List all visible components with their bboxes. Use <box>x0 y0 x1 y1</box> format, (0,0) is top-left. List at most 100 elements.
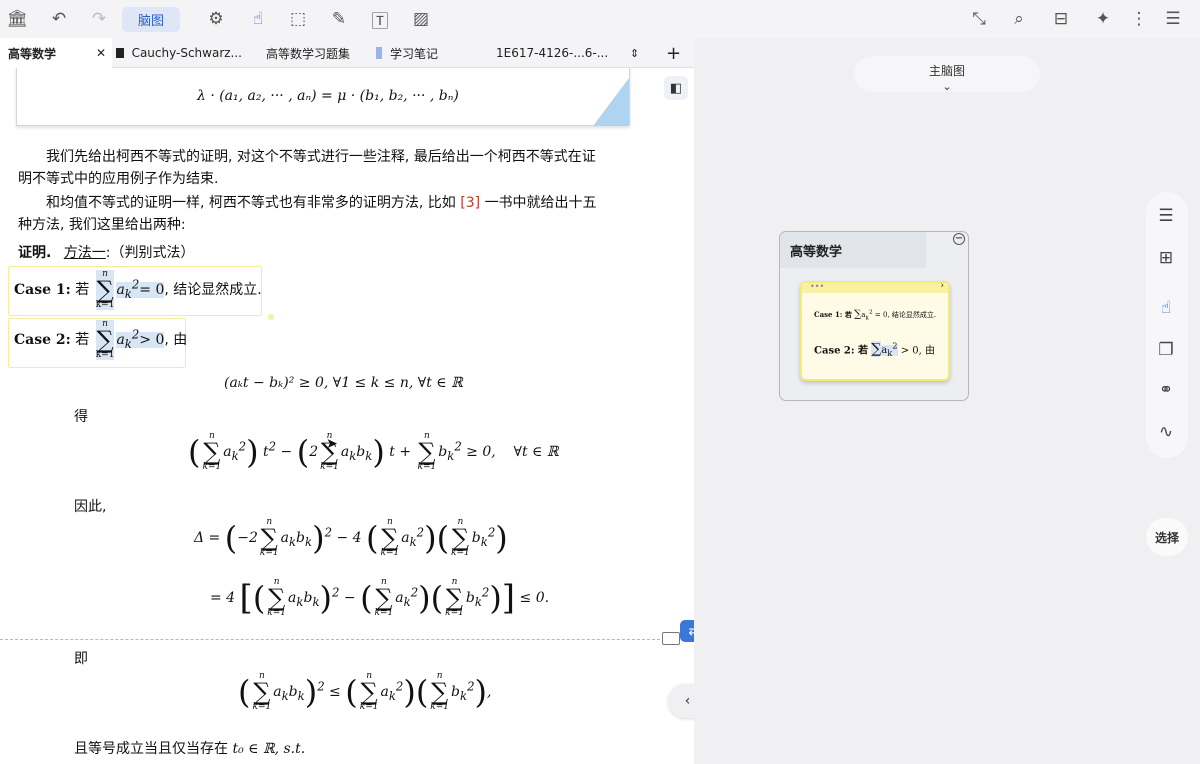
mindmap-button[interactable]: 脑图 <box>122 7 180 32</box>
case-1-relation: = 0 <box>139 282 165 298</box>
card-case-1-tail: = 0, 结论显然成立. <box>874 311 937 319</box>
card-case-2-tail: > 0, 由 <box>900 345 936 357</box>
drag-handle-icon[interactable]: ••• <box>810 282 824 291</box>
case-1-if: 若 <box>75 282 90 298</box>
close-icon[interactable]: ✕ <box>96 46 106 60</box>
method-suffix: :（判别式法） <box>105 245 195 261</box>
layout-icon[interactable]: ⊞ <box>1148 248 1184 268</box>
hand-pointer-icon[interactable]: ☝ <box>245 6 271 32</box>
page-curl <box>593 78 629 126</box>
paragraph-1-cont: 明不等式中的应用例子作为结束. <box>18 171 219 187</box>
chevron-right-icon[interactable]: › <box>940 281 944 291</box>
select-button[interactable]: 选择 <box>1146 518 1188 556</box>
top-toolbar: 🏛 ↶ ↷ 脑图 ⚙ ☝ ⬚ ✎ 🅃 ▨ ⤡ ⌕ ⊟ ✦ ⋮ ☰ <box>0 0 1200 38</box>
tab-label: 高等数学习题集 <box>266 46 351 61</box>
squiggle-icon[interactable]: ∿ <box>1148 422 1184 442</box>
pen-icon[interactable]: ✎ <box>326 6 352 32</box>
resize-handle[interactable] <box>268 314 274 320</box>
equation-1: (aₖt − bₖ)² ≥ 0, ∀1 ≤ k ≤ n, ∀t ∈ ℝ <box>224 375 463 391</box>
paragraph-2-text: 和均值不等式的证明一样, 柯西不等式也有非常多的证明方法, 比如 <box>46 195 456 211</box>
sum-symbol: n ∑ k=1 <box>95 269 115 310</box>
tab-label: Cauchy-Schwarz... <box>131 46 242 60</box>
terminal-icon <box>116 48 124 58</box>
a-k-squared: ak2 <box>116 327 140 351</box>
yinci-label: 因此, <box>74 499 107 515</box>
card-icon[interactable] <box>662 632 680 645</box>
collapse-icon[interactable]: ⤡ <box>966 6 992 32</box>
tab-notes[interactable]: 学习笔记 <box>376 38 492 68</box>
card-case-1-label: Case 1: 若 <box>814 310 852 319</box>
tab-label: 高等数学 <box>8 46 57 61</box>
proof-label: 证明. <box>18 245 52 261</box>
proof-heading: 证明. 方法一:（判别式法） <box>18 242 195 264</box>
image-icon[interactable]: ▨ <box>408 6 434 32</box>
a-k-squared: ak2 <box>116 277 140 301</box>
case-1-label: Case 1: <box>14 282 71 298</box>
equation-cauchy: (n ∑ k=1 akbk)2 ≤ (n ∑ k=1 ak2)(n ∑ k=1 bk2), <box>238 671 492 712</box>
case-2-tail: , 由 <box>164 332 188 348</box>
card-case-2-label: Case 2: 若 <box>814 345 869 357</box>
undo-icon[interactable]: ↶ <box>46 6 72 32</box>
collapse-node-icon[interactable]: − <box>953 233 965 245</box>
de-label: 得 <box>74 409 88 425</box>
link-icon[interactable]: ⚭ <box>1148 380 1184 400</box>
equation-delta-2: = 4 [(n ∑ k=1 akbk)2 − (n ∑ k=1 ak2)(n ∑ k=1 bk2)… <box>210 577 550 618</box>
last-line-text: 且等号成立当且仅当存在 <box>74 741 228 757</box>
equation-delta: Δ = (−2 n ∑ k=1 akbk)2 − 4 (n ∑ k=1 ak2)(n ∑ k=1 b… <box>194 517 508 558</box>
bookmark-icon[interactable]: ⊟ <box>1048 6 1074 32</box>
search-doc-icon[interactable]: ⌕ <box>1006 6 1032 32</box>
theorem-box: λ · (a₁, a₂, ··· , aₙ) = μ · (b₁, b₂, ··… <box>16 68 630 126</box>
equation-lambda-mu: λ · (a₁, a₂, ··· , aₙ) = μ · (b₁, b₂, ··… <box>197 88 459 104</box>
document-view[interactable]: λ · (a₁, a₂, ··· , aₙ) = μ · (b₁, b₂, ··… <box>0 68 694 764</box>
sum-symbol: n ∑ k=1 <box>95 319 115 360</box>
main-mindmap-selector[interactable]: 主脑图 ⌄ <box>854 56 1040 93</box>
card-case-1: Case 1: 若 ∑ak2 = 0, 结论显然成立. <box>814 309 937 322</box>
method-label: 方法一 <box>63 245 106 261</box>
mindmap-panel[interactable]: 主脑图 ⌄ 高等数学 − ••• › Case 1: 若 ∑ak2 = 0, 结… <box>694 38 1200 764</box>
ji-label: 即 <box>74 651 88 667</box>
paragraph-1: 我们先给出柯西不等式的证明, 对这个不等式进行一些注释, 最后给出一个柯西不等式… <box>46 149 596 165</box>
case-1-tail: , 结论显然成立. <box>164 282 262 298</box>
reference-link[interactable]: [3] <box>460 195 480 211</box>
right-tool-strip <box>1146 192 1188 458</box>
tab-exercises[interactable]: 高等数学习题集 <box>248 38 372 68</box>
more-icon[interactable]: ⋮ <box>1126 6 1152 32</box>
redo-icon[interactable]: ↷ <box>86 6 112 32</box>
tab-uuid[interactable]: 1E617-4126-...6-... <box>496 38 614 68</box>
paragraph-2-cont: 种方法, 我们这里给出两种: <box>18 217 186 233</box>
tab-bar: 高等数学 ✕ Cauchy-Schwarz... 高等数学习题集 学习笔记 1E… <box>0 38 694 68</box>
doc-icon <box>376 47 382 59</box>
sparkle-icon[interactable]: ✦ <box>1090 6 1116 32</box>
library-icon[interactable]: 🏛 <box>4 6 30 32</box>
tab-label: 学习笔记 <box>390 46 439 61</box>
case-1-text: Case 1: 若 n ∑ k=1 ak2= 0, 结论显然成立. <box>14 270 262 310</box>
case-2-label: Case 2: <box>14 332 71 348</box>
main-mindmap-label: 主脑图 <box>928 64 965 78</box>
equation-quadratic: (n ∑ k=1 ak2) t2 − (2 n ∑ k=1 akbk) t + n ∑ k=1 bk… <box>188 431 559 472</box>
add-tab-icon[interactable]: + <box>666 38 686 68</box>
last-line-math: t₀ ∈ ℝ, s.t. <box>232 741 306 757</box>
node-title: 高等数学 <box>780 232 926 268</box>
select-rect-icon[interactable]: ⬚ <box>285 6 311 32</box>
copy-icon[interactable]: ❐ <box>1148 340 1184 360</box>
tab-label: 1E617-4126-...6-... <box>496 46 609 60</box>
outline-icon[interactable]: ☰ <box>1148 206 1184 226</box>
page-nav-icon[interactable]: ‹ · › <box>668 684 694 718</box>
chevron-down-icon: ⌄ <box>942 80 952 93</box>
list-icon[interactable]: ☰ <box>1160 6 1186 32</box>
tab-cauchy[interactable]: Cauchy-Schwarz... <box>116 38 242 68</box>
text-box-icon[interactable]: 🅃 <box>367 6 393 32</box>
card-case-2: Case 2: 若 ∑ak2 > 0, 由 <box>814 341 936 359</box>
swap-icon[interactable]: ⇄ <box>680 620 694 642</box>
hand-pointer-icon[interactable]: ☝ <box>1148 298 1184 318</box>
mindmap-node[interactable]: 高等数学 − ••• › Case 1: 若 ∑ak2 = 0, 结论显然成立.… <box>779 231 969 401</box>
tab-sort-icon[interactable]: ⇕ <box>630 38 646 68</box>
node-card[interactable]: ••• › Case 1: 若 ∑ak2 = 0, 结论显然成立. Case 2… <box>800 281 950 381</box>
panel-toggle-icon[interactable]: ◧ <box>664 76 688 100</box>
case-2-relation: > 0 <box>139 332 165 348</box>
settings-icon[interactable]: ⚙ <box>203 6 229 32</box>
case-2-if: 若 <box>75 332 90 348</box>
paragraph-2: 和均值不等式的证明一样, 柯西不等式也有非常多的证明方法, 比如 [3] 一书中… <box>46 192 597 214</box>
tab-active[interactable]: 高等数学 ✕ <box>0 38 112 68</box>
case-2-text: Case 2: 若 n ∑ k=1 ak2> 0, 由 <box>14 320 187 360</box>
